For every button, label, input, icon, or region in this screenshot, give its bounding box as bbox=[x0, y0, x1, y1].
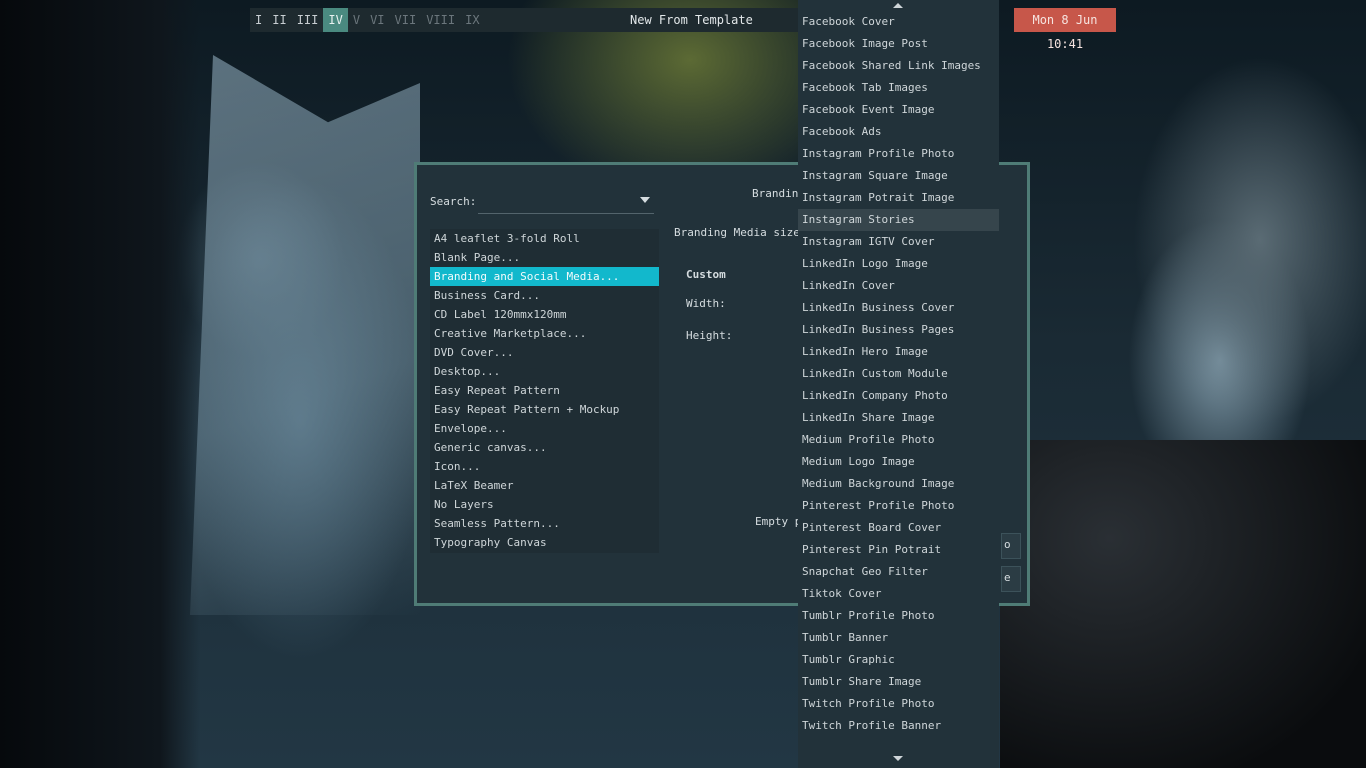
media-size-dropdown: Facebook Profile PhotoFacebook CoverFace… bbox=[798, 0, 999, 768]
dropdown-option[interactable]: Facebook Event Image bbox=[798, 99, 999, 121]
template-list-item[interactable]: Envelope... bbox=[430, 419, 659, 438]
dropdown-option[interactable]: Snapchat Geo Filter bbox=[798, 561, 999, 583]
height-label: Height: bbox=[686, 329, 733, 342]
template-list-item[interactable]: DVD Cover... bbox=[430, 343, 659, 362]
top-bar: I II III IV V VI VII VIII IX New From Template bbox=[250, 8, 798, 32]
dropdown-option[interactable]: Tumblr Profile Photo bbox=[798, 605, 999, 627]
dropdown-option[interactable]: Facebook Cover bbox=[798, 11, 999, 33]
dialog-button-2[interactable]: e bbox=[1001, 566, 1021, 592]
width-label: Width: bbox=[686, 297, 726, 310]
window-title: New From Template bbox=[630, 13, 753, 27]
search-input[interactable] bbox=[478, 187, 654, 214]
dropdown-option[interactable]: LinkedIn Business Pages bbox=[798, 319, 999, 341]
template-list-item[interactable]: A4 leaflet 3-fold Roll bbox=[430, 229, 659, 248]
dropdown-option[interactable]: Tumblr Banner bbox=[798, 627, 999, 649]
template-list-item[interactable]: No Layers bbox=[430, 495, 659, 514]
template-list: A4 leaflet 3-fold Roll Blank Page... Brand… bbox=[430, 229, 659, 553]
workspace-button[interactable]: II bbox=[267, 8, 291, 32]
workspace-button[interactable]: VIII bbox=[421, 8, 460, 32]
scroll-down-icon[interactable] bbox=[798, 752, 999, 768]
empty-label: Empty p bbox=[755, 515, 802, 528]
wallpaper-robe bbox=[1000, 440, 1366, 768]
dropdown-option[interactable]: Instagram Profile Photo bbox=[798, 143, 999, 165]
dropdown-option[interactable]: Facebook Shared Link Images bbox=[798, 55, 999, 77]
template-list-item[interactable]: Business Card... bbox=[430, 286, 659, 305]
dropdown-option[interactable]: LinkedIn Company Photo bbox=[798, 385, 999, 407]
template-list-item[interactable]: Branding and Social Media... bbox=[430, 267, 659, 286]
template-list-item[interactable]: Icon... bbox=[430, 457, 659, 476]
scroll-up-icon[interactable] bbox=[798, 0, 999, 12]
workspace-button[interactable]: V bbox=[348, 8, 365, 32]
workspace-button[interactable]: VI bbox=[365, 8, 389, 32]
dropdown-option[interactable]: Tumblr Share Image bbox=[798, 671, 999, 693]
dropdown-option[interactable]: Instagram Square Image bbox=[798, 165, 999, 187]
dropdown-option[interactable]: LinkedIn Share Image bbox=[798, 407, 999, 429]
template-list-item[interactable]: Generic canvas... bbox=[430, 438, 659, 457]
template-list-item[interactable]: Easy Repeat Pattern bbox=[430, 381, 659, 400]
dropdown-option[interactable]: Medium Profile Photo bbox=[798, 429, 999, 451]
clock: Mon 8 Jun 10:41 bbox=[1014, 8, 1116, 51]
dropdown-option[interactable]: Pinterest Profile Photo bbox=[798, 495, 999, 517]
dropdown-option[interactable]: Pinterest Pin Potrait bbox=[798, 539, 999, 561]
custom-label: Custom bbox=[686, 268, 726, 281]
dropdown-option[interactable]: LinkedIn Cover bbox=[798, 275, 999, 297]
wallpaper-dark-area bbox=[0, 0, 200, 768]
dropdown-option[interactable]: Instagram Potrait Image bbox=[798, 187, 999, 209]
dropdown-option[interactable]: Twitch Profile Photo bbox=[798, 693, 999, 715]
workspace-button[interactable]: III bbox=[292, 8, 324, 32]
workspace-button[interactable]: IV bbox=[323, 8, 348, 32]
dropdown-option[interactable]: Twitch Profile Banner bbox=[798, 715, 999, 737]
dialog-button-1[interactable]: o bbox=[1001, 533, 1021, 559]
dropdown-option[interactable]: Medium Background Image bbox=[798, 473, 999, 495]
template-list-item[interactable]: Blank Page... bbox=[430, 248, 659, 267]
workspace-button[interactable]: I bbox=[250, 8, 267, 32]
dropdown-option[interactable]: Medium Logo Image bbox=[798, 451, 999, 473]
workspace-button[interactable]: IX bbox=[460, 8, 484, 32]
template-list-item[interactable]: Desktop... bbox=[430, 362, 659, 381]
dropdown-option[interactable]: LinkedIn Hero Image bbox=[798, 341, 999, 363]
media-size-label: Branding Media size: bbox=[674, 226, 807, 239]
template-list-item[interactable]: Typography Canvas bbox=[430, 533, 659, 552]
template-list-item[interactable]: LaTeX Beamer bbox=[430, 476, 659, 495]
template-list-item[interactable]: CD Label 120mmx120mm bbox=[430, 305, 659, 324]
dropdown-option[interactable]: Tumblr Graphic bbox=[798, 649, 999, 671]
template-list-item[interactable]: Seamless Pattern... bbox=[430, 514, 659, 533]
search-label: Search: bbox=[430, 195, 477, 208]
workspace-switcher: I II III IV V VI VII VIII IX bbox=[250, 8, 485, 32]
workspace-button[interactable]: VII bbox=[390, 8, 422, 32]
dropdown-option[interactable]: Tiktok Cover bbox=[798, 583, 999, 605]
dropdown-option[interactable]: LinkedIn Logo Image bbox=[798, 253, 999, 275]
chevron-down-icon[interactable] bbox=[640, 197, 650, 203]
dropdown-option[interactable]: Facebook Image Post bbox=[798, 33, 999, 55]
wallpaper-curtain bbox=[190, 55, 420, 615]
dropdown-option[interactable]: Pinterest Board Cover bbox=[798, 517, 999, 539]
dropdown-options: Facebook Profile PhotoFacebook CoverFace… bbox=[798, 0, 999, 737]
dropdown-option[interactable]: Instagram IGTV Cover bbox=[798, 231, 999, 253]
dropdown-option[interactable]: LinkedIn Custom Module bbox=[798, 363, 999, 385]
dropdown-option[interactable]: LinkedIn Business Cover bbox=[798, 297, 999, 319]
template-list-item[interactable]: Creative Marketplace... bbox=[430, 324, 659, 343]
dropdown-option[interactable]: Instagram Stories bbox=[798, 209, 999, 231]
dropdown-option[interactable]: Facebook Ads bbox=[798, 121, 999, 143]
dropdown-option[interactable]: Facebook Tab Images bbox=[798, 77, 999, 99]
template-list-item[interactable]: Easy Repeat Pattern + Mockup bbox=[430, 400, 659, 419]
